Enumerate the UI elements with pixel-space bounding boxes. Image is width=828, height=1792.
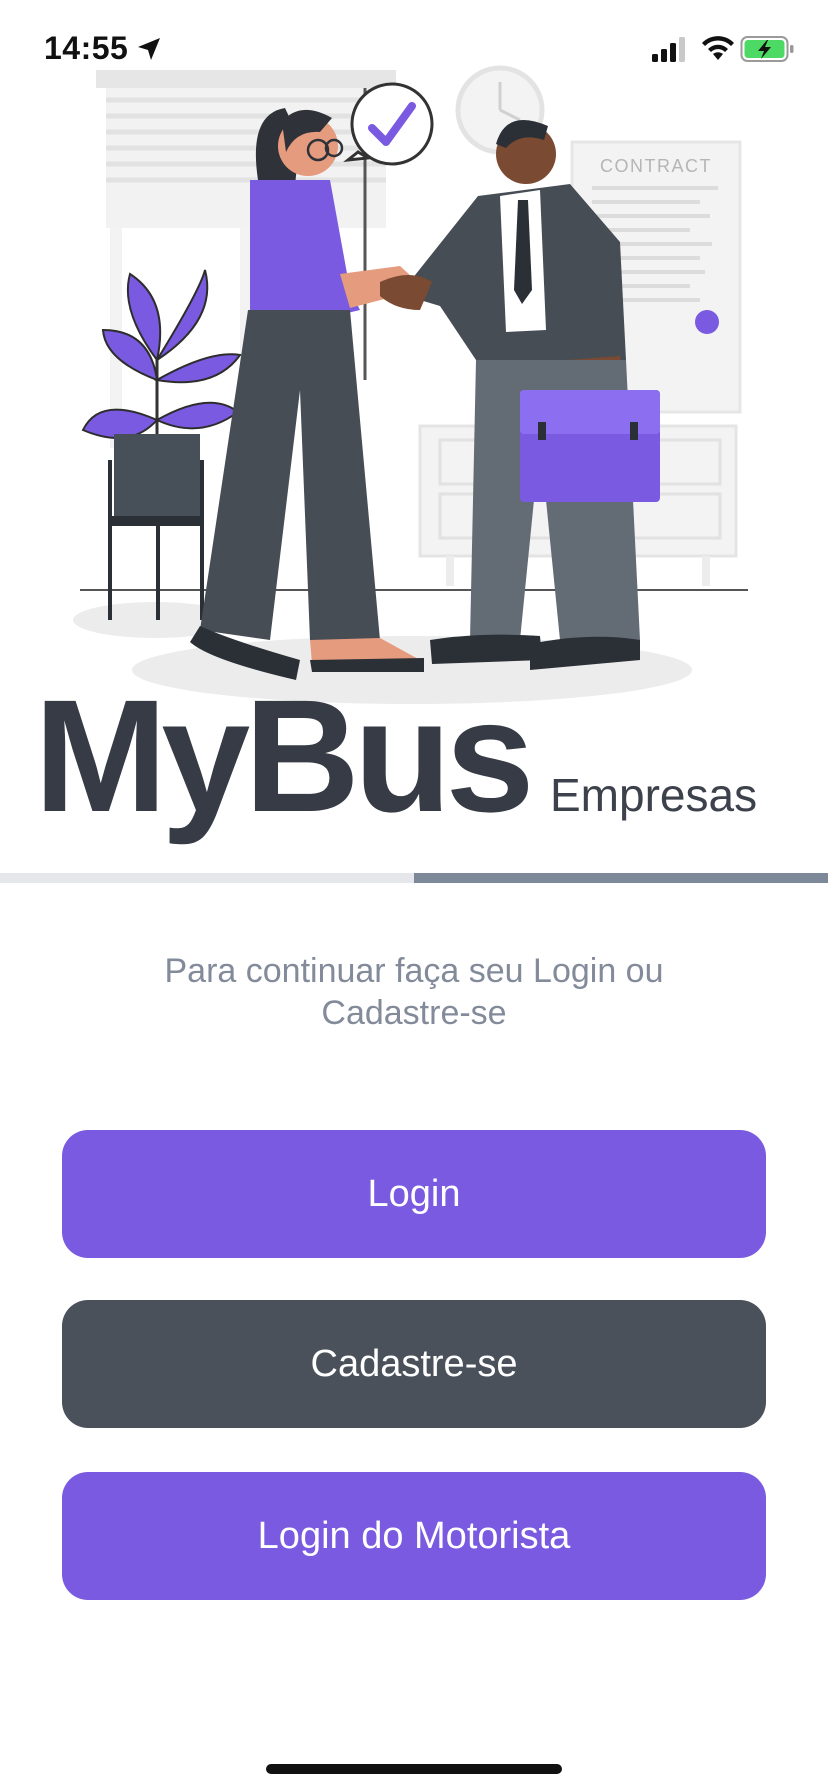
location-arrow-icon — [138, 38, 160, 60]
login-button[interactable]: Login — [62, 1130, 766, 1258]
status-time: 14:55 — [44, 30, 129, 66]
intro-text: Para continuar faça seu Login ou Cadastr… — [164, 952, 664, 1032]
home-indicator[interactable] — [266, 1764, 562, 1774]
status-bar: 14:55 — [0, 0, 828, 100]
brand-name: MyBus — [34, 666, 535, 845]
signup-button[interactable]: Cadastre-se — [62, 1300, 766, 1428]
progress-fill — [414, 873, 828, 883]
wifi-icon — [702, 36, 734, 60]
battery-charging-icon — [740, 36, 794, 62]
driver-login-button[interactable]: Login do Motorista — [62, 1472, 766, 1600]
hero-illustration: CONTRACT — [73, 65, 748, 704]
cellular-signal-icon — [652, 37, 685, 62]
briefcase-illustration — [520, 390, 660, 502]
brand-subtitle: Empresas — [550, 769, 758, 821]
contract-label: CONTRACT — [600, 156, 712, 176]
